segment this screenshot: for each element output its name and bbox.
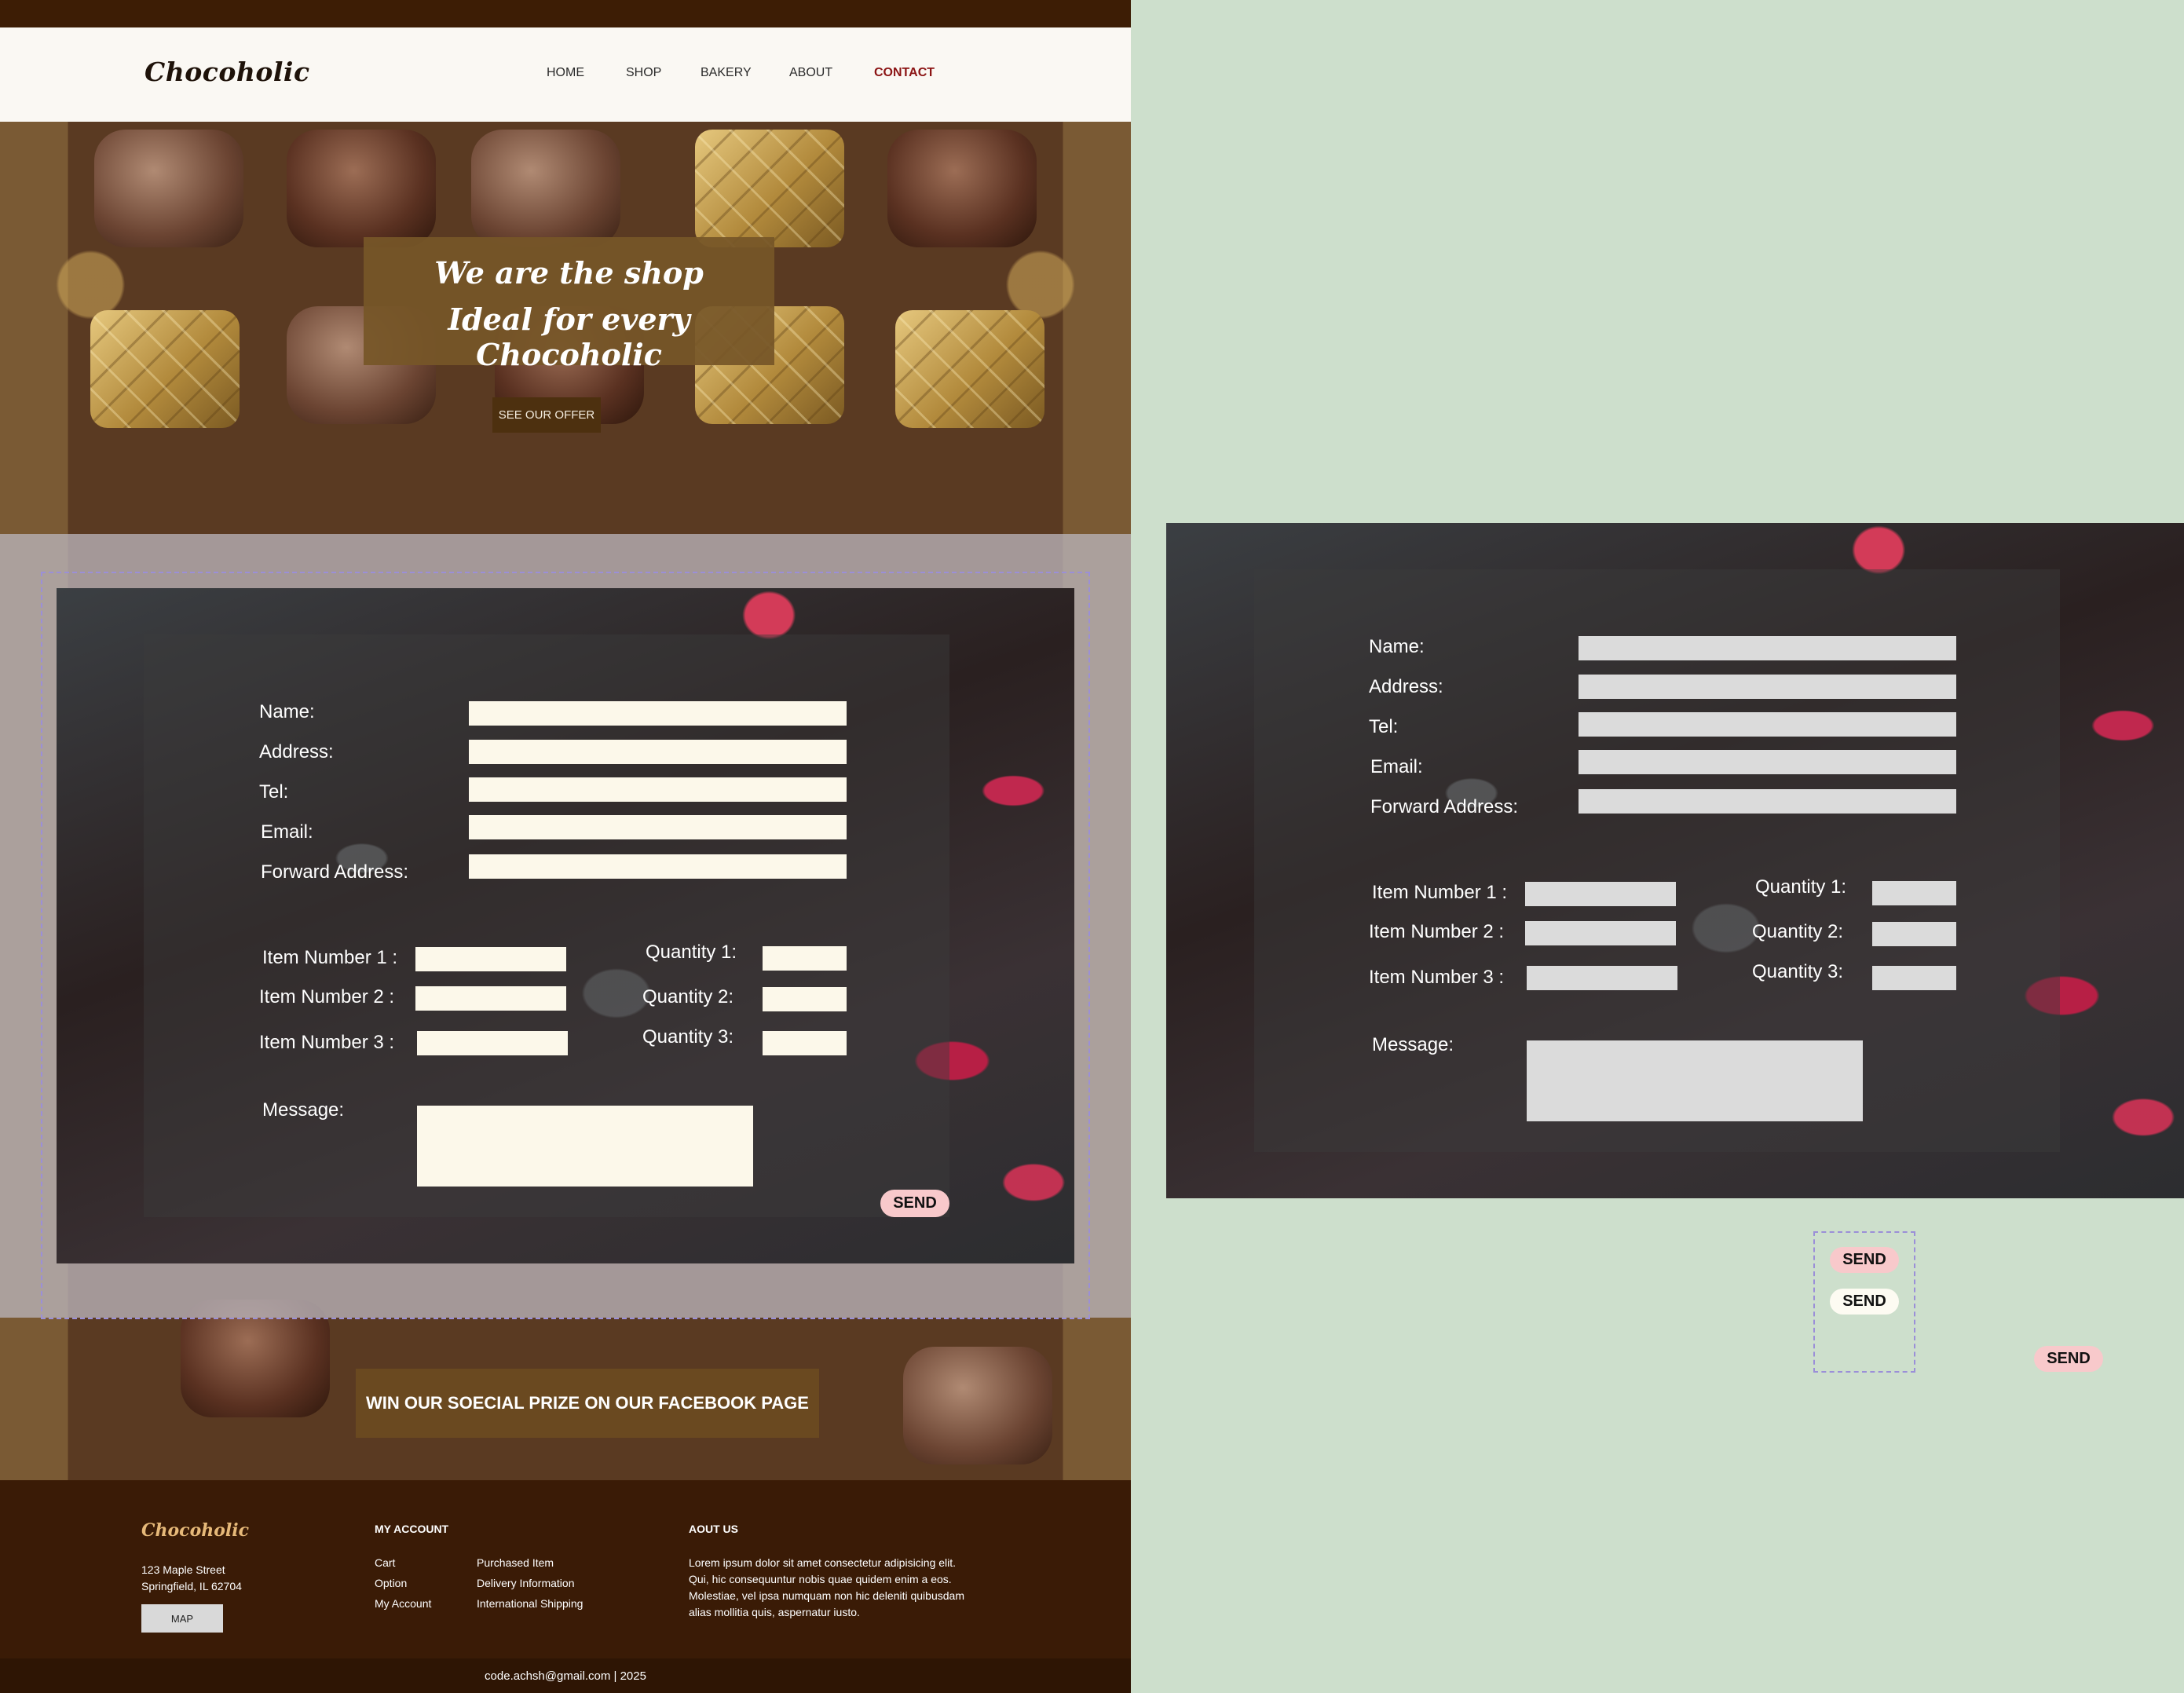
v-qty1-label: Quantity 1: xyxy=(1755,876,1847,898)
v-message-field[interactable] xyxy=(1527,1040,1863,1121)
logo[interactable]: Chocoholic xyxy=(145,57,310,87)
footer-link-delivery[interactable]: Delivery Information xyxy=(477,1577,575,1589)
nav-shop[interactable]: SHOP xyxy=(626,66,661,80)
item3-label: Item Number 3 : xyxy=(259,1032,395,1053)
footer-logo: Chocoholic xyxy=(141,1520,250,1541)
footer-link-my-account[interactable]: My Account xyxy=(375,1597,431,1610)
hero-title-line2: Ideal for every Chocoholic xyxy=(448,302,690,372)
v-qty1-field[interactable] xyxy=(1872,881,1956,905)
qty3-field[interactable] xyxy=(763,1031,847,1055)
forward-address-label: Forward Address: xyxy=(261,861,409,883)
v-qty2-field[interactable] xyxy=(1872,922,1956,946)
nav-contact[interactable]: CONTACT xyxy=(874,66,935,80)
send-button-white[interactable]: SEND xyxy=(1830,1289,1899,1315)
item1-label: Item Number 1 : xyxy=(262,947,398,968)
nav-bakery[interactable]: BAKERY xyxy=(701,66,752,80)
qty1-field[interactable] xyxy=(763,946,847,971)
about-text-line3: Molestiae, vel ipsa numquam non hic dele… xyxy=(689,1589,964,1602)
item2-field[interactable] xyxy=(415,986,566,1011)
about-text-line1: Lorem ipsum dolor sit amet consectetur a… xyxy=(689,1556,957,1569)
v-email-field[interactable] xyxy=(1579,750,1956,774)
footer-link-option[interactable]: Option xyxy=(375,1577,407,1589)
v-message-label: Message: xyxy=(1372,1034,1454,1055)
item1-field[interactable] xyxy=(415,947,566,971)
copyright-bar: code.achsh@gmail.com | 2025 xyxy=(0,1658,1131,1693)
v-qty3-field[interactable] xyxy=(1872,966,1956,990)
v-forward-address-field[interactable] xyxy=(1579,789,1956,814)
email-label: Email: xyxy=(261,821,313,843)
see-offer-button[interactable]: SEE OUR OFFER xyxy=(492,397,601,433)
v-item2-label: Item Number 2 : xyxy=(1369,921,1505,942)
footer-link-cart[interactable]: Cart xyxy=(375,1556,395,1569)
facebook-prize-banner[interactable]: WIN OUR SOECIAL PRIZE ON OUR FACEBOOK PA… xyxy=(356,1369,819,1438)
about-heading: AOUT US xyxy=(689,1523,738,1535)
qty1-label: Quantity 1: xyxy=(646,942,737,963)
v-name-field[interactable] xyxy=(1579,636,1956,660)
forward-address-field[interactable] xyxy=(469,854,847,879)
send-button[interactable]: SEND xyxy=(880,1190,949,1217)
address-label: Address: xyxy=(259,741,334,762)
item3-field[interactable] xyxy=(417,1031,568,1055)
v-item1-field[interactable] xyxy=(1525,882,1676,906)
about-text-line2: Qui, hic consequuntur nobis quae quidem … xyxy=(689,1573,952,1585)
v-tel-field[interactable] xyxy=(1579,712,1956,737)
tel-field[interactable] xyxy=(469,777,847,802)
v-item1-label: Item Number 1 : xyxy=(1372,882,1508,903)
name-label: Name: xyxy=(259,701,315,722)
my-account-heading: MY ACCOUNT xyxy=(375,1523,449,1535)
footer-address-line1: 123 Maple Street xyxy=(141,1563,225,1576)
v-item3-label: Item Number 3 : xyxy=(1369,967,1505,988)
v-tel-label: Tel: xyxy=(1369,716,1399,737)
hero-title-line1: We are the shop xyxy=(434,255,704,291)
nav-about[interactable]: ABOUT xyxy=(789,66,832,80)
tel-label: Tel: xyxy=(259,781,289,803)
send-button-pink[interactable]: SEND xyxy=(1830,1247,1899,1273)
send-button-floating[interactable]: SEND xyxy=(2034,1346,2103,1372)
v-forward-address-label: Forward Address: xyxy=(1370,796,1519,817)
name-field[interactable] xyxy=(469,701,847,726)
top-strip xyxy=(0,0,1131,27)
v-email-label: Email: xyxy=(1370,756,1423,777)
v-item3-field[interactable] xyxy=(1527,966,1677,990)
about-text-line4: alias mollitia quis, aspernatur iusto. xyxy=(689,1606,860,1618)
message-field[interactable] xyxy=(417,1106,753,1187)
v-qty3-label: Quantity 3: xyxy=(1752,961,1844,982)
item2-label: Item Number 2 : xyxy=(259,986,395,1007)
message-label: Message: xyxy=(262,1099,345,1121)
v-qty2-label: Quantity 2: xyxy=(1752,921,1844,942)
email-field[interactable] xyxy=(469,815,847,839)
v-address-label: Address: xyxy=(1369,676,1443,697)
v-item2-field[interactable] xyxy=(1525,921,1676,945)
v-name-label: Name: xyxy=(1369,636,1425,657)
qty2-field[interactable] xyxy=(763,987,847,1011)
webpage-mockup: Chocoholic HOME SHOP BAKERY ABOUT CONTAC… xyxy=(0,0,1131,1693)
footer-link-purchased[interactable]: Purchased Item xyxy=(477,1556,554,1569)
footer-address-line2: Springfield, IL 62704 xyxy=(141,1580,242,1592)
v-address-field[interactable] xyxy=(1579,675,1956,699)
qty3-label: Quantity 3: xyxy=(642,1026,734,1048)
nav-home[interactable]: HOME xyxy=(547,66,584,80)
address-field[interactable] xyxy=(469,740,847,764)
footer-link-shipping[interactable]: International Shipping xyxy=(477,1597,583,1610)
qty2-label: Quantity 2: xyxy=(642,986,734,1007)
map-button[interactable]: MAP xyxy=(141,1604,223,1633)
